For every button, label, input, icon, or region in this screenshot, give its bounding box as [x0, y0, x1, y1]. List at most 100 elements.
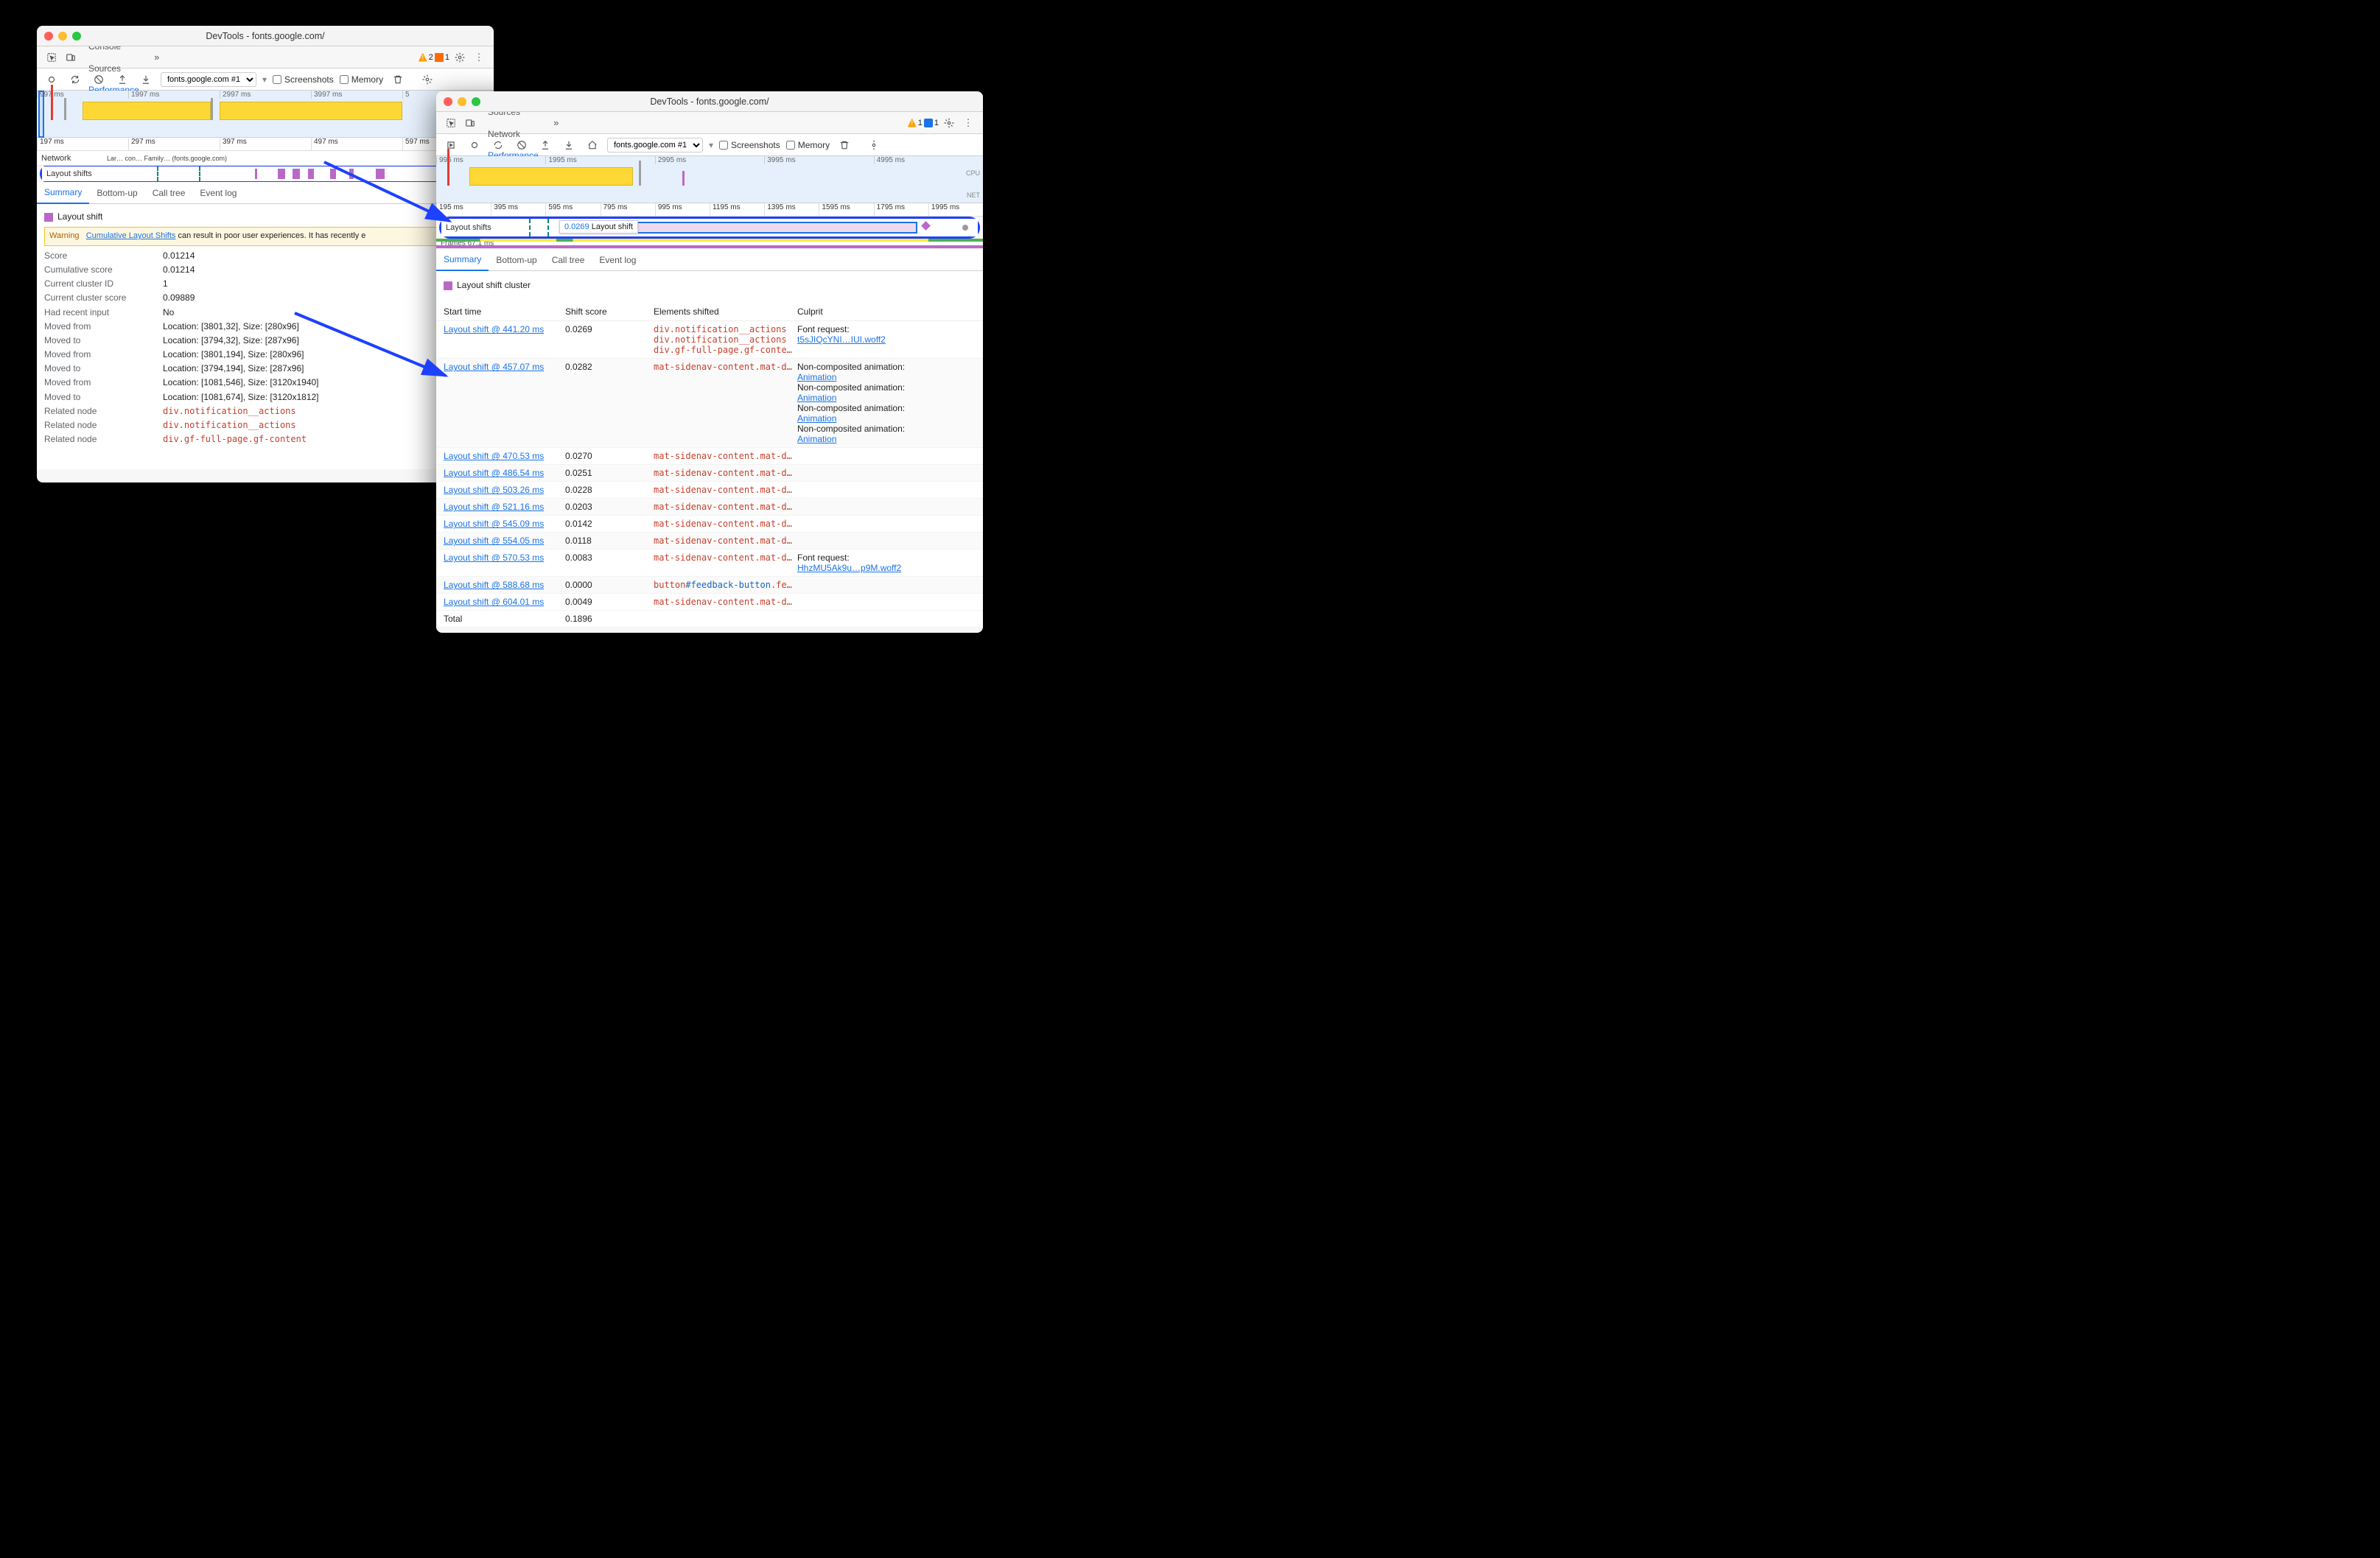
record-icon[interactable] — [466, 136, 483, 154]
th-score[interactable]: Shift score — [565, 306, 654, 317]
culprit-link[interactable]: Animation — [797, 372, 976, 382]
tab-summary[interactable]: Summary — [37, 182, 89, 204]
element-link[interactable]: mat-sidenav-content.mat-dr… — [654, 597, 797, 607]
culprit-link[interactable]: HhzMU5Ak9u…p9M.woff2 — [797, 563, 976, 573]
summary-panel: Layout shift cluster — [436, 271, 983, 303]
layout-shifts-track[interactable]: Layout shifts — [441, 219, 978, 236]
tab-event log[interactable]: Event log — [592, 249, 643, 271]
more-tabs-icon[interactable]: » — [547, 114, 565, 132]
tab-event log[interactable]: Event log — [192, 182, 244, 204]
th-culprit[interactable]: Culprit — [797, 306, 976, 317]
inspect-icon[interactable] — [442, 114, 460, 132]
device-icon[interactable] — [461, 114, 479, 132]
reload-icon[interactable] — [66, 71, 84, 88]
titlebar[interactable]: DevTools - fonts.google.com/ — [436, 91, 983, 112]
zoom-icon[interactable] — [472, 97, 480, 106]
kebab-icon[interactable]: ⋮ — [470, 49, 488, 66]
memory-checkbox[interactable]: Memory — [340, 74, 383, 85]
profile-select[interactable]: fonts.google.com #1 — [607, 138, 703, 152]
profile-select[interactable]: fonts.google.com #1 — [161, 72, 256, 87]
tab-summary[interactable]: Summary — [436, 249, 489, 271]
timeline-ruler[interactable]: 197 ms297 ms397 ms497 ms597 ms — [37, 138, 494, 151]
cls-link[interactable]: Cumulative Layout Shifts — [86, 231, 176, 240]
layout-shift-link[interactable]: Layout shift @ 470.53 ms — [444, 451, 544, 461]
gear-icon[interactable] — [865, 136, 883, 154]
layout-shift-link[interactable]: Layout shift @ 457.07 ms — [444, 362, 544, 372]
kebab-icon[interactable]: ⋮ — [959, 114, 977, 132]
clear-icon[interactable] — [513, 136, 531, 154]
frames-track[interactable]: Frames 67.1 ms — [436, 239, 983, 249]
culprit-link[interactable]: Animation — [797, 393, 976, 403]
titlebar[interactable]: DevTools - fonts.google.com/ — [37, 26, 494, 46]
layout-shift-link[interactable]: Layout shift @ 486.54 ms — [444, 468, 544, 478]
th-elements[interactable]: Elements shifted — [654, 306, 797, 317]
gear-icon[interactable] — [940, 114, 958, 132]
element-link[interactable]: mat-sidenav-content.mat-dr… — [654, 485, 797, 495]
element-link[interactable]: mat-sidenav-content.mat-dr… — [654, 536, 797, 546]
element-link[interactable]: mat-sidenav-content.mat-dr… — [654, 519, 797, 529]
tab-call tree[interactable]: Call tree — [145, 182, 193, 204]
zoom-icon[interactable] — [72, 32, 81, 41]
gear-icon[interactable] — [451, 49, 469, 66]
close-icon[interactable] — [44, 32, 53, 41]
reload-icon[interactable] — [489, 136, 507, 154]
trash-icon[interactable] — [836, 136, 853, 154]
element-link[interactable]: mat-sidenav-content.mat-dr… — [654, 468, 797, 478]
device-icon[interactable] — [62, 49, 80, 66]
table-row: Layout shift @ 588.68 ms0.0000button#fee… — [436, 577, 983, 594]
trash-icon[interactable] — [389, 71, 407, 88]
timeline-ruler[interactable]: 195 ms395 ms595 ms795 ms995 ms1195 ms139… — [436, 203, 983, 217]
gear-icon[interactable] — [419, 71, 436, 88]
messages-badge[interactable]: 1 — [924, 119, 939, 127]
culprit-link[interactable]: Animation — [797, 434, 976, 444]
table-row: Layout shift @ 570.53 ms0.0083mat-sidena… — [436, 550, 983, 577]
layout-shift-link[interactable]: Layout shift @ 545.09 ms — [444, 519, 544, 529]
download-icon[interactable] — [560, 136, 578, 154]
element-link[interactable]: mat-sidenav-content.mat-dr… — [654, 502, 797, 512]
tab-bottom-up[interactable]: Bottom-up — [89, 182, 144, 204]
close-icon[interactable] — [444, 97, 452, 106]
warnings-badge[interactable]: !1 — [908, 119, 923, 127]
layout-shift-link[interactable]: Layout shift @ 588.68 ms — [444, 580, 544, 590]
more-tabs-icon[interactable]: » — [148, 49, 166, 66]
upload-icon[interactable] — [113, 71, 131, 88]
memory-checkbox[interactable]: Memory — [786, 140, 830, 150]
layout-shift-link[interactable]: Layout shift @ 441.20 ms — [444, 324, 544, 334]
layout-shift-link[interactable]: Layout shift @ 604.01 ms — [444, 597, 544, 607]
culprit-link[interactable]: t5sJIQcYNI…IUI.woff2 — [797, 334, 976, 345]
home-icon[interactable] — [584, 136, 601, 154]
element-link[interactable]: div.notification__actions — [654, 334, 797, 345]
clear-icon[interactable] — [90, 71, 108, 88]
cls-table: Start time Shift score Elements shifted … — [436, 303, 983, 628]
warnings-badge[interactable]: !2 — [419, 53, 433, 62]
screenshots-checkbox[interactable]: Screenshots — [273, 74, 334, 85]
element-link[interactable]: div.gf-full-page.gf-content — [654, 345, 797, 355]
tab-bottom-up[interactable]: Bottom-up — [489, 249, 544, 271]
upload-icon[interactable] — [536, 136, 554, 154]
culprit-link[interactable]: Animation — [797, 413, 976, 424]
tab-call tree[interactable]: Call tree — [545, 249, 592, 271]
overview-chart[interactable]: 997 ms1997 ms2997 ms3997 ms5 — [37, 91, 494, 138]
minimize-icon[interactable] — [458, 97, 466, 106]
element-link[interactable]: div.notification__actions — [654, 324, 797, 334]
element-link[interactable]: mat-sidenav-content.mat-dr… — [654, 552, 797, 563]
element-link[interactable]: button#feedback-button.fee… — [654, 580, 797, 590]
overview-chart[interactable]: 995 ms1995 ms2995 ms3995 ms4995 ms CPU N… — [436, 156, 983, 203]
issues-badge[interactable]: 1 — [435, 53, 449, 62]
layout-shift-link[interactable]: Layout shift @ 570.53 ms — [444, 552, 544, 563]
layout-shift-link[interactable]: Layout shift @ 554.05 ms — [444, 536, 544, 546]
inspect-icon[interactable] — [43, 49, 60, 66]
toggle-timeline-icon[interactable] — [442, 136, 460, 154]
screenshots-checkbox[interactable]: Screenshots — [719, 140, 780, 150]
element-link[interactable]: mat-sidenav-content.mat-dr… — [654, 362, 797, 372]
layout-shift-link[interactable]: Layout shift @ 521.16 ms — [444, 502, 544, 512]
download-icon[interactable] — [137, 71, 155, 88]
minimize-icon[interactable] — [58, 32, 67, 41]
network-track[interactable]: Network Lar… con… Family… (fonts.google.… — [37, 151, 494, 166]
layout-shifts-track[interactable]: Layout shifts — [42, 166, 489, 181]
layout-shift-link[interactable]: Layout shift @ 503.26 ms — [444, 485, 544, 495]
related-node-row: Related nodediv.notification__actions — [44, 418, 486, 432]
element-link[interactable]: mat-sidenav-content.mat-dr… — [654, 451, 797, 461]
th-start-time[interactable]: Start time — [444, 306, 565, 317]
layout-shifts-highlight: Layout shifts 0.0269 Layout shift — [439, 217, 980, 239]
